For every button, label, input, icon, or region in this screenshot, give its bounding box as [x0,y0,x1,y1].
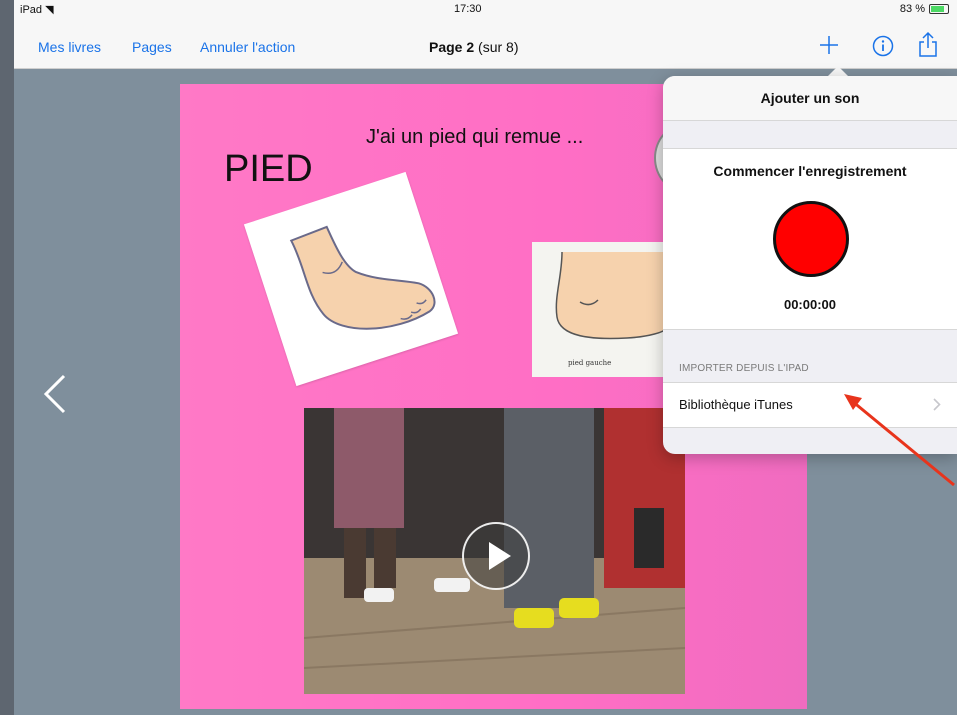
video-player[interactable] [304,408,685,694]
add-plus-icon[interactable] [818,34,840,61]
battery-icon [929,4,949,14]
foot-drawing-image[interactable] [243,171,459,387]
import-section-header: IMPORTER DEPUIS L'IPAD [679,363,809,374]
page-number: Page 2 [429,39,475,55]
left-foot-image[interactable]: pied gauche [532,242,668,377]
page-count: (sur 8) [478,39,519,55]
toolbar: Mes livres Pages Annuler l'action Page 2… [14,20,957,69]
status-bar: iPad ◥ 17:30 83 % [14,0,957,20]
undo-link[interactable]: Annuler l'action [200,39,295,55]
battery-percent: 83 % [899,3,925,15]
record-timer: 00:00:00 [783,297,837,312]
popover-title: Ajouter un son [663,76,957,121]
info-icon[interactable] [872,35,894,62]
page-title: Page 2 (sur 8) [429,39,518,55]
record-title: Commencer l'enregistrement [713,163,907,179]
itunes-library-label: Bibliothèque iTunes [679,397,793,412]
device-wifi: iPad ◥ [20,3,54,16]
wifi-icon: ◥ [45,4,54,16]
status-time: 17:30 [454,3,482,15]
pages-link[interactable]: Pages [132,39,172,55]
my-books-link[interactable]: Mes livres [38,39,101,55]
app-frame: iPad ◥ 17:30 83 % Mes livres Pages Annul… [14,0,957,715]
share-icon[interactable] [917,30,939,63]
itunes-library-row[interactable]: Bibliothèque iTunes [663,382,957,428]
page-heading: PIED [224,148,313,190]
previous-page-chevron-icon[interactable] [40,372,70,421]
page-caption[interactable]: J'ai un pied qui remue ... [366,126,583,149]
play-icon[interactable] [462,522,530,590]
device-label: iPad [20,4,43,16]
left-foot-label: pied gauche [568,359,612,367]
battery-group: 83 % [900,3,949,15]
chevron-right-icon [933,398,941,416]
record-section: Commencer l'enregistrement 00:00:00 [663,148,957,330]
add-sound-popover: Ajouter un son Commencer l'enregistremen… [663,76,957,454]
record-button[interactable] [773,201,849,277]
